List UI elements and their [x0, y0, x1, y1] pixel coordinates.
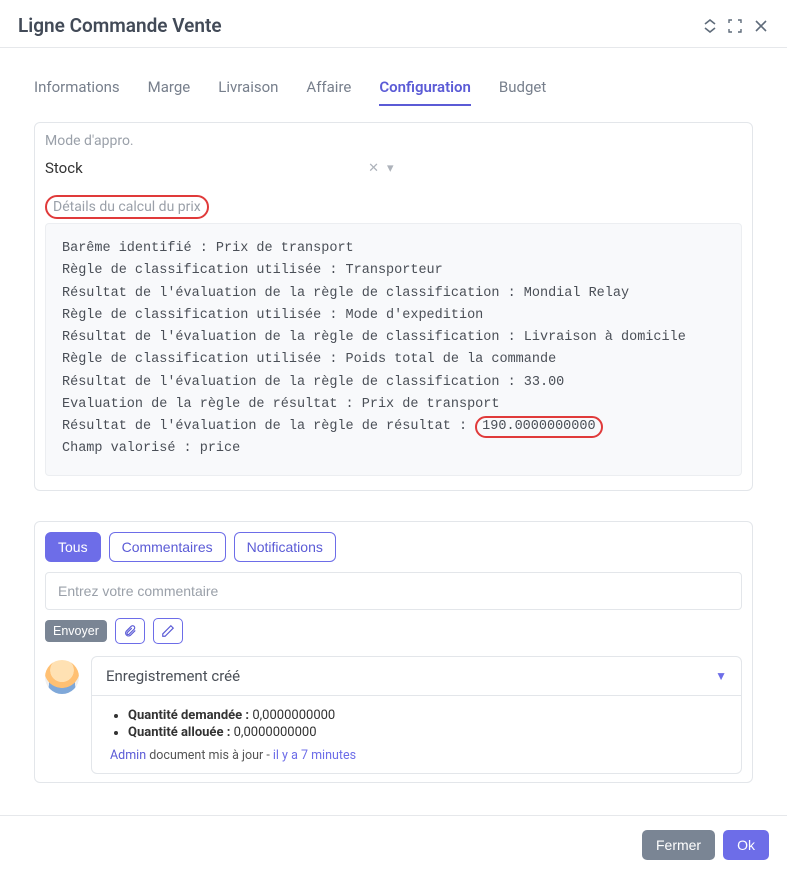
tab-marge[interactable]: Marge: [148, 78, 191, 106]
close-icon[interactable]: [753, 18, 769, 34]
entry-title: Enregistrement créé: [106, 667, 240, 685]
mode-value: Stock: [45, 159, 368, 177]
tab-informations[interactable]: Informations: [34, 78, 120, 106]
tab-budget[interactable]: Budget: [499, 78, 546, 106]
filter-comments[interactable]: Commentaires: [109, 532, 226, 562]
ok-button[interactable]: Ok: [723, 830, 769, 860]
clear-icon[interactable]: ✕: [368, 161, 379, 176]
collapse-icon[interactable]: [703, 19, 717, 33]
close-button[interactable]: Fermer: [642, 830, 715, 860]
comments-panel: Tous Commentaires Notifications Envoyer …: [34, 521, 753, 783]
mode-label: Mode d'appro.: [45, 133, 742, 149]
log-entry: Enregistrement créé ▼ Quantité demandée …: [91, 656, 742, 774]
entry-toggle[interactable]: Enregistrement créé ▼: [92, 657, 741, 695]
expand-icon[interactable]: [727, 18, 743, 34]
edit-icon[interactable]: [153, 618, 183, 644]
list-item: Quantité allouée : 0,0000000000: [128, 725, 723, 740]
avatar: [45, 660, 79, 694]
filter-notifications[interactable]: Notifications: [234, 532, 336, 562]
send-button[interactable]: Envoyer: [45, 620, 107, 642]
mode-select[interactable]: Stock ✕ ▾: [45, 159, 394, 181]
tab-affaire[interactable]: Affaire: [306, 78, 351, 106]
tab-livraison[interactable]: Livraison: [218, 78, 278, 106]
chevron-down-icon: ▼: [715, 669, 727, 683]
config-panel: Mode d'appro. Stock ✕ ▾ Détails du calcu…: [34, 122, 753, 491]
filter-all[interactable]: Tous: [45, 532, 101, 562]
list-item: Quantité demandée : 0,0000000000: [128, 708, 723, 723]
price-calc-log: Barême identifié : Prix de transport Règ…: [45, 223, 742, 476]
result-value: 190.0000000000: [475, 416, 602, 438]
tabs-bar: Informations Marge Livraison Affaire Con…: [34, 78, 753, 106]
comment-input[interactable]: [45, 572, 742, 610]
chevron-down-icon[interactable]: ▾: [387, 161, 394, 176]
dialog-title: Ligne Commande Vente: [18, 14, 222, 37]
entry-meta: Admin document mis à jour - il y a 7 min…: [110, 748, 723, 763]
attachment-icon[interactable]: [115, 618, 145, 644]
tab-configuration[interactable]: Configuration: [379, 78, 471, 106]
details-label: Détails du calcul du prix: [45, 195, 209, 219]
